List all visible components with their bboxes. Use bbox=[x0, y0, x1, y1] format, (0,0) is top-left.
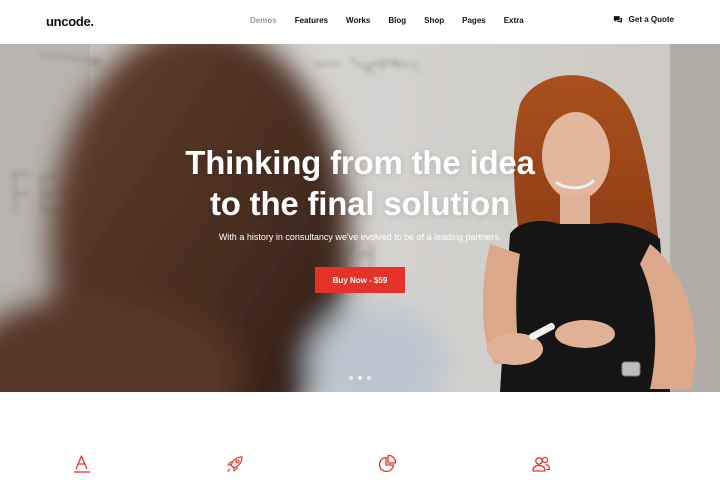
nav-item-shop[interactable]: Shop bbox=[424, 16, 444, 25]
buy-now-button[interactable]: Buy Now - $59 bbox=[315, 267, 405, 293]
features-section bbox=[0, 392, 720, 480]
slider-dot-2[interactable] bbox=[358, 376, 362, 380]
slider-pagination bbox=[349, 376, 371, 380]
nav-item-demos[interactable]: Demos bbox=[250, 16, 277, 25]
pie-chart-icon bbox=[378, 454, 397, 473]
hero-slider: Thinking from the idea to the final solu… bbox=[0, 44, 720, 392]
typography-icon bbox=[74, 455, 90, 473]
chat-bubbles-icon bbox=[613, 16, 622, 24]
nav-item-blog[interactable]: Blog bbox=[388, 16, 406, 25]
get-a-quote-link[interactable]: Get a Quote bbox=[613, 15, 674, 24]
hero-title: Thinking from the idea to the final solu… bbox=[0, 142, 720, 224]
get-a-quote-label: Get a Quote bbox=[628, 15, 674, 24]
nav-item-extra[interactable]: Extra bbox=[504, 16, 524, 25]
hero-title-line-2: to the final solution bbox=[209, 185, 511, 222]
users-icon bbox=[532, 456, 551, 472]
site-header: uncode. Demos Features Works Blog Shop P… bbox=[0, 0, 720, 44]
logo[interactable]: uncode. bbox=[46, 14, 94, 29]
slider-dot-3[interactable] bbox=[367, 376, 371, 380]
main-nav: Demos Features Works Blog Shop Pages Ext… bbox=[250, 16, 542, 25]
rocket-icon bbox=[227, 456, 243, 472]
hero-subtitle: With a history in consultancy we've evol… bbox=[218, 232, 502, 242]
nav-item-works[interactable]: Works bbox=[346, 16, 370, 25]
nav-item-pages[interactable]: Pages bbox=[462, 16, 486, 25]
slider-dot-1[interactable] bbox=[349, 376, 353, 380]
nav-item-features[interactable]: Features bbox=[295, 16, 328, 25]
hero-title-line-1: Thinking from the idea bbox=[185, 144, 535, 181]
